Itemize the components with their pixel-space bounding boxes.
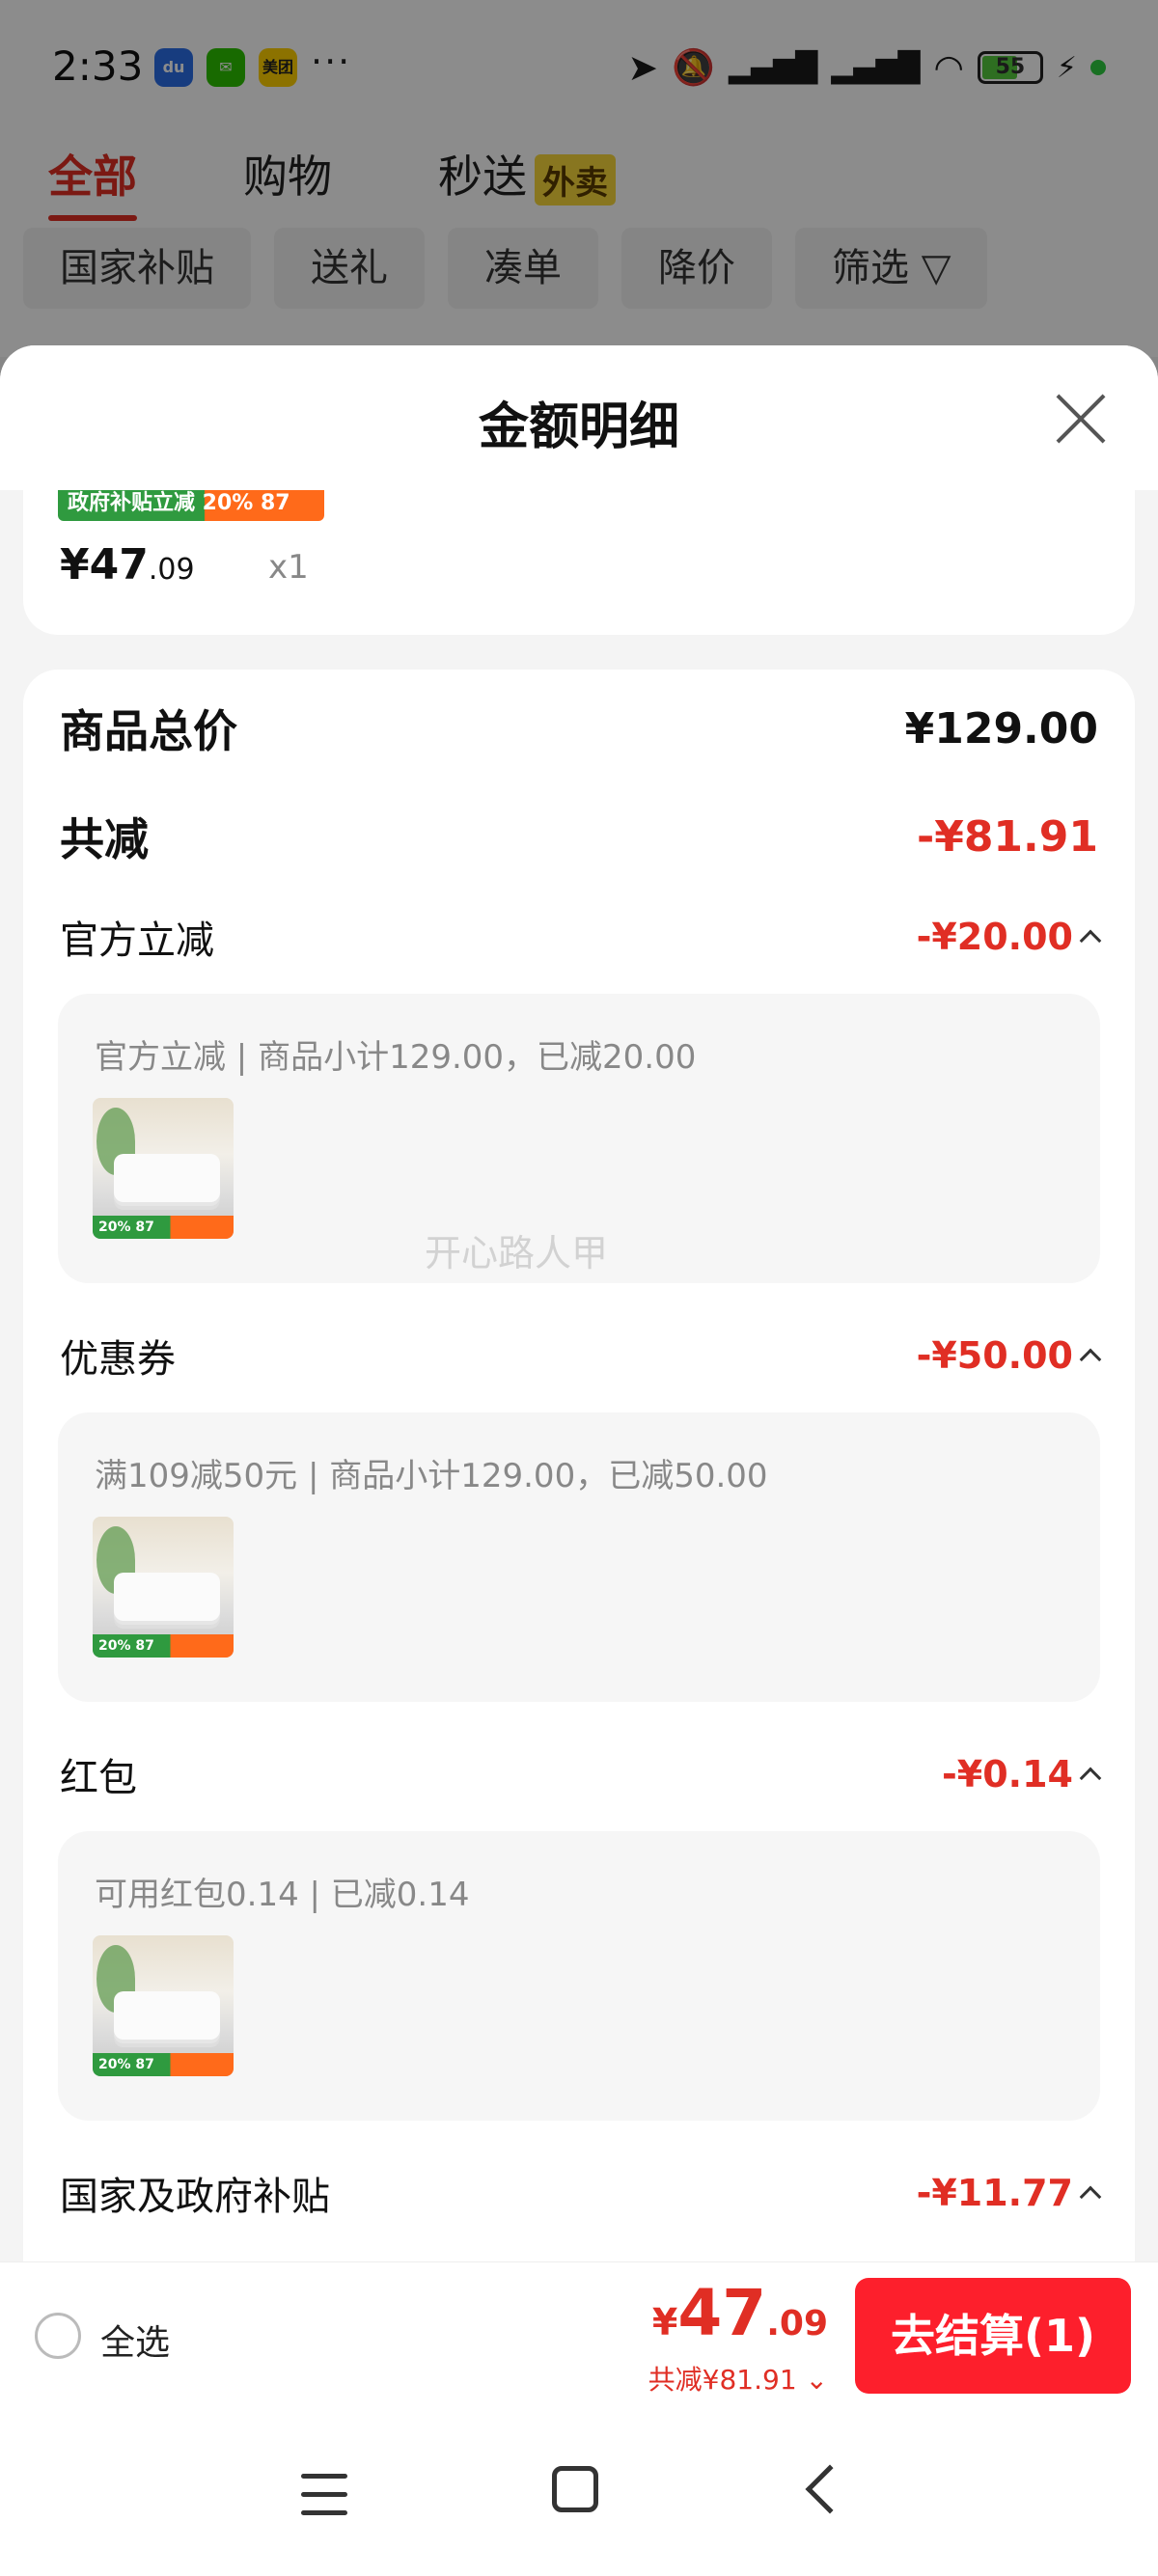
discount-detail-text: 可用红包0.14 | 已减0.14 xyxy=(95,1876,470,1914)
discount-value: -¥11.77 xyxy=(916,2172,1102,2214)
item-promo-banner: 政府补贴立减 20% 87 xyxy=(58,490,324,521)
total-price: ¥47.09 xyxy=(652,2276,828,2350)
chevron-up-icon[interactable] xyxy=(1079,2185,1102,2208)
discount-label: 红包 xyxy=(60,1756,137,1800)
checkout-bar: 全选 ¥47.09 共减¥81.91 ⌄ 去结算(1) xyxy=(0,2261,1158,2406)
menu-icon[interactable] xyxy=(301,2474,347,2516)
discount-row-subsidy[interactable]: 国家及政府补贴 -¥11.77 xyxy=(60,2165,1102,2221)
discount-value: -¥0.14 xyxy=(942,1753,1102,1795)
saved-value: -¥81.91 xyxy=(916,811,1098,862)
sheet-title: 金额明细 xyxy=(478,398,679,456)
checkout-button[interactable]: 去结算(1) xyxy=(855,2278,1131,2394)
discount-row-official[interactable]: 官方立减 -¥20.00 xyxy=(60,909,1102,965)
product-thumbnail: 20% 87 xyxy=(93,1517,234,1658)
discount-detail-text: 满109减50元 | 商品小计129.00，已减50.00 xyxy=(95,1457,768,1495)
discount-label: 优惠券 xyxy=(60,1337,176,1382)
home-icon[interactable] xyxy=(552,2466,598,2512)
sheet-header: 金额明细 xyxy=(0,345,1158,490)
total-value: ¥129.00 xyxy=(904,703,1098,754)
item-card: 政府补贴立减 20% 87 ¥47.09 x1 xyxy=(23,490,1135,635)
item-price: ¥47.09 xyxy=(60,540,195,589)
discount-label: 国家及政府补贴 xyxy=(60,2175,330,2219)
discount-detail-box: 可用红包0.14 | 已减0.14 20% 87 xyxy=(58,1831,1100,2121)
discount-row-redpacket[interactable]: 红包 -¥0.14 xyxy=(60,1746,1102,1802)
discount-amount: -¥11.77 xyxy=(916,2172,1073,2214)
amount-detail-sheet: 金额明细 政府补贴立减 20% 87 ¥47.09 x1 商品总价 ¥129.0… xyxy=(0,345,1158,2576)
back-icon[interactable] xyxy=(805,2464,855,2514)
chevron-up-icon[interactable] xyxy=(1079,1348,1102,1371)
discount-amount: -¥50.00 xyxy=(916,1334,1073,1377)
discount-value: -¥20.00 xyxy=(916,916,1102,958)
total-dec: .09 xyxy=(766,2304,828,2343)
chevron-up-icon[interactable] xyxy=(1079,1767,1102,1790)
saved-label: 共减 xyxy=(60,813,149,865)
total-int: 47 xyxy=(677,2276,767,2350)
discount-row-coupon[interactable]: 优惠券 -¥50.00 xyxy=(60,1328,1102,1384)
total-row: 商品总价 ¥129.00 xyxy=(60,697,1098,760)
discount-detail-text: 官方立减 | 商品小计129.00，已减20.00 xyxy=(95,1038,697,1077)
select-all-label[interactable]: 全选 xyxy=(100,2315,170,2365)
total-currency: ¥ xyxy=(651,2301,678,2343)
system-nav-bar xyxy=(0,2406,1158,2576)
product-thumbnail: 20% 87 xyxy=(93,1935,234,2076)
watermark: 开心路人甲 xyxy=(425,1232,609,1274)
discount-amount: -¥0.14 xyxy=(942,1753,1073,1795)
discount-amount: -¥20.00 xyxy=(916,916,1073,958)
discount-label: 官方立减 xyxy=(60,918,214,963)
item-price-int: ¥47 xyxy=(60,540,149,589)
saved-row: 共减 -¥81.91 xyxy=(60,805,1098,868)
close-icon[interactable] xyxy=(1054,392,1108,446)
discount-value: -¥50.00 xyxy=(916,1334,1102,1377)
saved-summary-toggle[interactable]: 共减¥81.91 ⌄ xyxy=(648,2359,828,2398)
discount-detail-box: 满109减50元 | 商品小计129.00，已减50.00 20% 87 xyxy=(58,1412,1100,1702)
chevron-up-icon[interactable] xyxy=(1079,929,1102,952)
select-all-checkbox[interactable] xyxy=(35,2313,81,2359)
total-label: 商品总价 xyxy=(60,705,237,757)
item-quantity: x1 xyxy=(268,548,309,587)
item-price-dec: .09 xyxy=(148,553,195,587)
product-thumbnail: 20% 87 xyxy=(93,1098,234,1239)
